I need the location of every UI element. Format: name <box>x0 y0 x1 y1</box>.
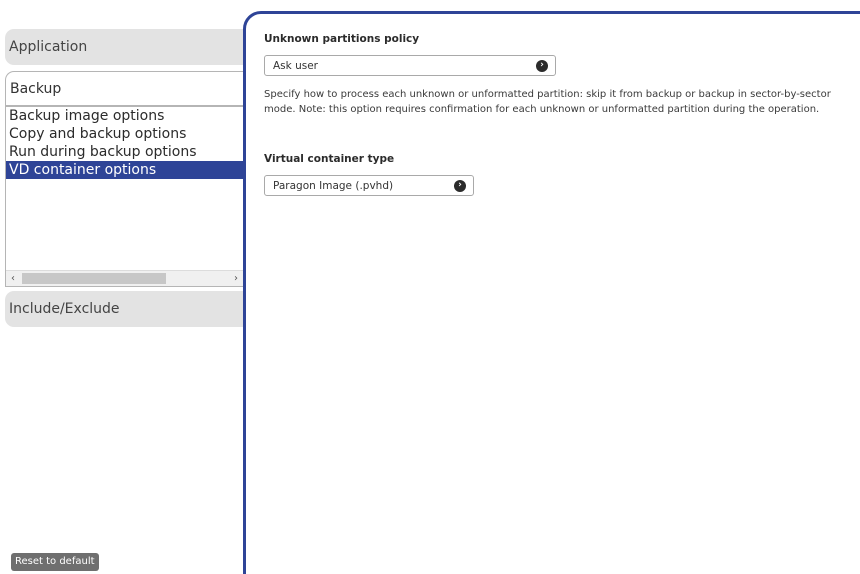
tab-backup-label: Backup <box>10 80 62 97</box>
scroll-left-icon[interactable]: ‹ <box>6 271 20 286</box>
scrollbar-thumb[interactable] <box>22 273 166 284</box>
tab-backup[interactable]: Backup <box>5 71 245 106</box>
virtual-container-type-value: Paragon Image (.pvhd) <box>273 179 394 192</box>
chevron-right-icon: › <box>536 60 548 72</box>
chevron-right-icon: › <box>454 180 466 192</box>
list-item-run-during-backup-options[interactable]: Run during backup options <box>6 143 245 161</box>
settings-panel: Unknown partitions policy Ask user › Spe… <box>243 11 860 574</box>
reset-to-default-button[interactable]: Reset to default <box>11 553 99 571</box>
unknown-partitions-policy-value: Ask user <box>273 59 318 72</box>
scroll-right-icon[interactable]: › <box>229 271 243 286</box>
unknown-partitions-policy-select[interactable]: Ask user › <box>264 55 556 76</box>
list-item-copy-and-backup-options[interactable]: Copy and backup options <box>6 125 245 143</box>
virtual-container-type-select[interactable]: Paragon Image (.pvhd) › <box>264 175 474 196</box>
backup-options-list: Backup image options Copy and backup opt… <box>5 106 245 287</box>
list-item-backup-image-options[interactable]: Backup image options <box>6 107 245 125</box>
tab-include-exclude[interactable]: Include/Exclude <box>5 291 245 327</box>
tab-include-exclude-label: Include/Exclude <box>9 301 120 317</box>
tab-application-label: Application <box>9 39 88 55</box>
unknown-partitions-policy-description: Specify how to process each unknown or u… <box>264 89 831 115</box>
unknown-partitions-policy-title: Unknown partitions policy <box>264 33 420 45</box>
virtual-container-type-title: Virtual container type <box>264 153 395 165</box>
horizontal-scrollbar[interactable]: ‹ › <box>6 270 245 286</box>
list-item-vd-container-options[interactable]: VD container options <box>6 161 245 179</box>
tab-application[interactable]: Application <box>5 29 245 65</box>
